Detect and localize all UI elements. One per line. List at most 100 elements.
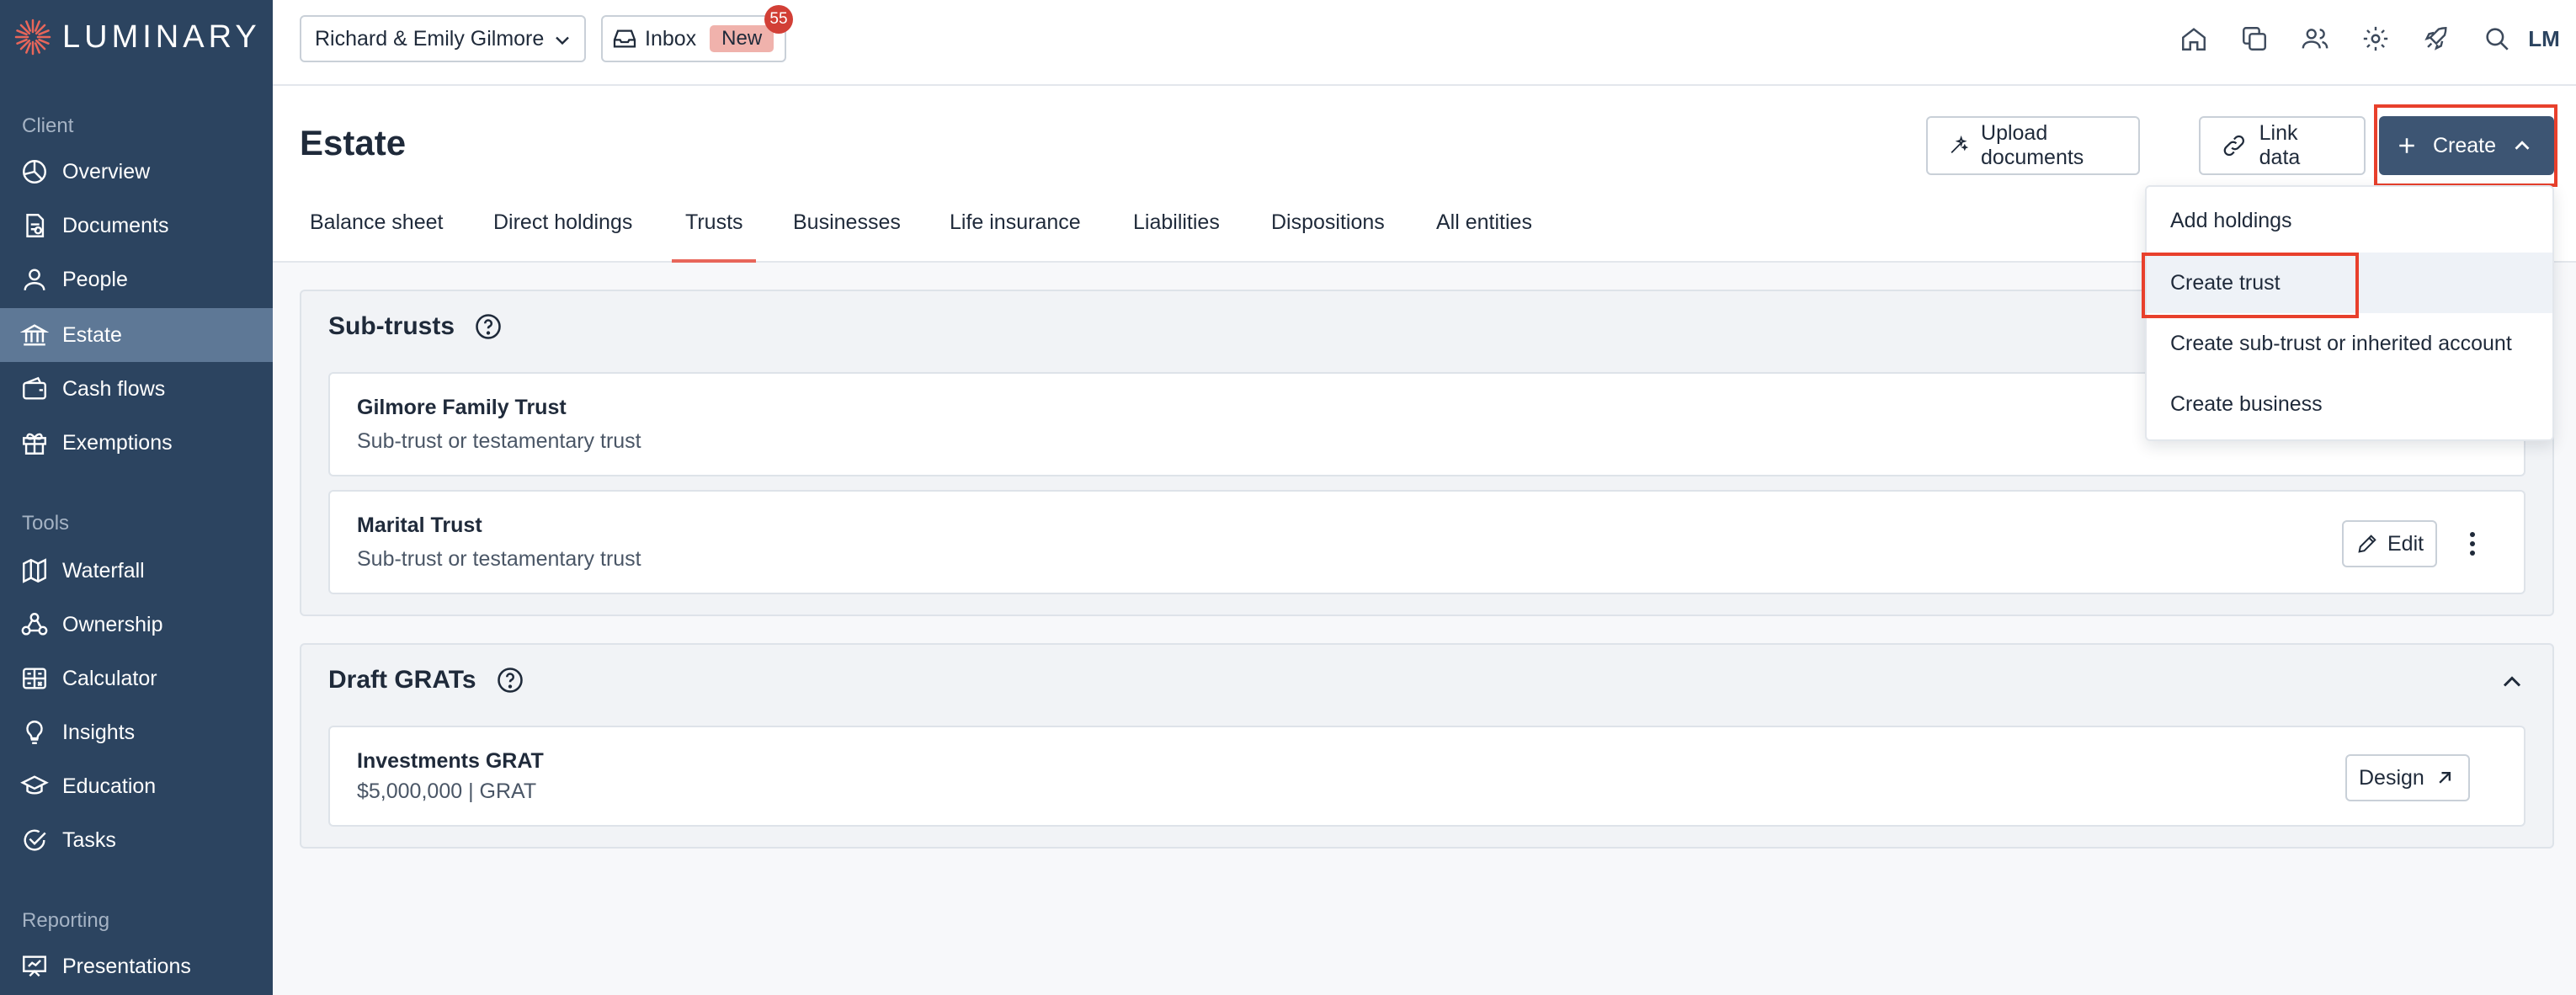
sidebar-item-label: People bbox=[62, 267, 128, 291]
sidebar-item-label: Education bbox=[62, 774, 157, 798]
tab-life-insurance[interactable]: Life insurance bbox=[950, 210, 1081, 235]
top-bar: Richard & Emily Gilmore Inbox New 55 LM bbox=[273, 0, 2576, 86]
trust-name[interactable]: Gilmore Family Trust bbox=[357, 396, 567, 420]
pencil-icon bbox=[2358, 535, 2376, 553]
list-item[interactable]: Marital Trust Sub-trust or testamentary … bbox=[328, 490, 2525, 594]
wallet-icon bbox=[23, 376, 46, 400]
launch-button[interactable] bbox=[2419, 22, 2453, 56]
sidebar-section-client: Client bbox=[22, 114, 74, 137]
sidebar-item-label: Documents bbox=[62, 213, 169, 237]
sidebar-section-reporting: Reporting bbox=[22, 909, 110, 932]
sidebar-item-waterfall[interactable]: Waterfall bbox=[0, 544, 273, 598]
menu-item-create-business[interactable]: Create business bbox=[2147, 374, 2552, 434]
avatar[interactable]: LM bbox=[2519, 22, 2569, 56]
brand-name: LUMINARY bbox=[62, 19, 261, 55]
new-badge: New bbox=[710, 25, 774, 52]
settings-button[interactable] bbox=[2359, 22, 2392, 56]
sidebar-item-label: Overview bbox=[62, 159, 151, 184]
tab-trusts[interactable]: Trusts bbox=[685, 210, 743, 235]
inbox-button[interactable]: Inbox New bbox=[601, 15, 786, 62]
overview-icon bbox=[23, 160, 46, 184]
bank-icon bbox=[20, 324, 49, 346]
home-icon bbox=[2182, 28, 2206, 51]
graduation-cap-icon bbox=[20, 775, 49, 795]
sidebar-item-calculator[interactable]: Calculator bbox=[0, 652, 273, 705]
menu-item-add-holdings[interactable]: Add holdings bbox=[2147, 190, 2552, 251]
copy-button[interactable] bbox=[2238, 22, 2271, 56]
more-options-button[interactable] bbox=[2460, 527, 2485, 561]
tab-balance-sheet[interactable]: Balance sheet bbox=[310, 210, 443, 235]
trust-type: Sub-trust or testamentary trust bbox=[357, 429, 641, 453]
sidebar: LUMINARY Client Overview Documents Peopl… bbox=[0, 0, 273, 995]
link-data-button[interactable]: Link data bbox=[2199, 116, 2366, 175]
calculator-icon bbox=[23, 668, 46, 689]
link-data-label: Link data bbox=[2259, 121, 2301, 169]
hierarchy-icon bbox=[21, 613, 48, 636]
chevron-down-icon bbox=[556, 36, 569, 45]
sidebar-item-presentations[interactable]: Presentations bbox=[0, 939, 273, 993]
sidebar-item-documents[interactable]: Documents bbox=[0, 199, 273, 253]
design-button[interactable]: Design bbox=[2345, 754, 2470, 801]
help-icon[interactable] bbox=[473, 311, 503, 342]
tab-liabilities[interactable]: Liabilities bbox=[1133, 210, 1220, 235]
sidebar-item-estate[interactable]: Estate bbox=[0, 308, 273, 362]
trust-name[interactable]: Marital Trust bbox=[357, 513, 482, 538]
sunburst-logo-icon bbox=[14, 19, 51, 56]
sidebar-item-cash-flows[interactable]: Cash flows bbox=[0, 362, 273, 416]
tab-businesses[interactable]: Businesses bbox=[793, 210, 901, 235]
trust-type: Sub-trust or testamentary trust bbox=[357, 547, 641, 571]
sidebar-item-insights[interactable]: Insights bbox=[0, 705, 273, 759]
rocket-icon bbox=[2424, 27, 2447, 51]
upload-documents-button[interactable]: Upload documents bbox=[1926, 116, 2140, 175]
tab-direct-holdings[interactable]: Direct holdings bbox=[493, 210, 632, 235]
sidebar-item-people[interactable]: People bbox=[0, 253, 273, 306]
sidebar-item-education[interactable]: Education bbox=[0, 759, 273, 813]
subtrusts-title: Sub-trusts bbox=[328, 311, 503, 342]
documents-icon bbox=[26, 214, 45, 237]
sparkle-icon bbox=[1951, 135, 1969, 153]
upload-documents-label: Upload documents bbox=[1981, 121, 2084, 169]
help-icon[interactable] bbox=[495, 665, 525, 695]
sidebar-item-overview[interactable]: Overview bbox=[0, 145, 273, 199]
map-icon bbox=[23, 558, 46, 583]
users-icon bbox=[2302, 29, 2329, 49]
lightbulb-icon bbox=[26, 721, 43, 744]
sidebar-item-label: Insights bbox=[62, 720, 136, 744]
sidebar-item-label: Ownership bbox=[62, 612, 163, 636]
tab-all-entities[interactable]: All entities bbox=[1436, 210, 1532, 235]
sidebar-item-exemptions[interactable]: Exemptions bbox=[0, 416, 273, 470]
sidebar-item-label: Calculator bbox=[62, 666, 157, 690]
home-button[interactable] bbox=[2177, 22, 2211, 56]
sidebar-item-label: Estate bbox=[62, 322, 122, 347]
subtrusts-title-text: Sub-trusts bbox=[328, 312, 455, 340]
collapse-chevron-icon[interactable] bbox=[2497, 667, 2527, 697]
create-trust-highlight bbox=[2142, 253, 2359, 318]
inbox-count-badge: 55 bbox=[764, 5, 793, 34]
client-name: Richard & Emily Gilmore bbox=[315, 26, 545, 51]
sidebar-item-label: Tasks bbox=[62, 827, 116, 852]
design-label: Design bbox=[2359, 765, 2424, 790]
kebab-menu-icon bbox=[2470, 532, 2475, 556]
inbox-icon bbox=[613, 29, 636, 48]
edit-button[interactable]: Edit bbox=[2342, 520, 2438, 567]
copy-icon bbox=[2243, 27, 2266, 51]
client-selector[interactable]: Richard & Emily Gilmore bbox=[300, 15, 586, 62]
page-title: Estate bbox=[300, 123, 407, 162]
grat-name[interactable]: Investments GRAT bbox=[357, 749, 544, 774]
users-button[interactable] bbox=[2298, 22, 2332, 56]
search-icon bbox=[2486, 28, 2509, 51]
sidebar-item-ownership[interactable]: Ownership bbox=[0, 598, 273, 652]
sidebar-item-label: Exemptions bbox=[62, 430, 173, 455]
sidebar-item-label: Waterfall bbox=[62, 558, 145, 583]
menu-item-create-sub-trust[interactable]: Create sub-trust or inherited account bbox=[2147, 313, 2552, 374]
grat-detail: $5,000,000 | GRAT bbox=[357, 780, 537, 803]
draft-grats-title: Draft GRATs bbox=[328, 665, 525, 695]
person-icon bbox=[24, 269, 45, 290]
gear-icon bbox=[2363, 26, 2388, 51]
luminary-logo[interactable]: LUMINARY bbox=[13, 17, 261, 57]
list-item[interactable]: Investments GRAT $5,000,000 | GRAT Desig… bbox=[328, 726, 2525, 827]
search-button[interactable] bbox=[2480, 22, 2514, 56]
sidebar-item-tasks[interactable]: Tasks bbox=[0, 813, 273, 867]
arrow-up-right-icon bbox=[2439, 772, 2451, 784]
tab-dispositions[interactable]: Dispositions bbox=[1271, 210, 1385, 235]
